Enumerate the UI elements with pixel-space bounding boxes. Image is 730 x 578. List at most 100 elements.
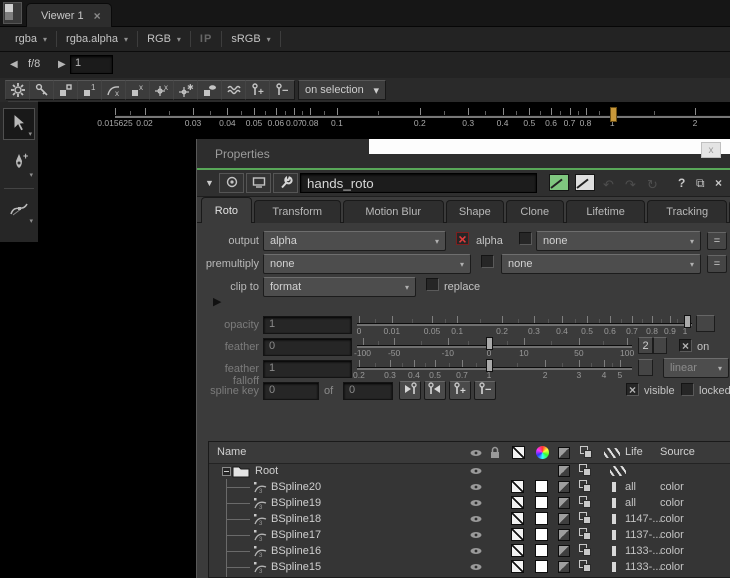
- bw-matte-icon[interactable]: [510, 445, 526, 460]
- table-row-bspline19[interactable]: 3BSpline19allcolor: [209, 495, 730, 511]
- tab-motion-blur[interactable]: Motion Blur: [343, 200, 444, 223]
- gray-matte-icon[interactable]: [558, 513, 570, 525]
- select-tool-button[interactable]: ▾: [3, 108, 35, 140]
- table-row-bspline20[interactable]: 3BSpline20allcolor: [209, 479, 730, 495]
- bw-matte-icon[interactable]: [511, 544, 524, 557]
- panel-close-button[interactable]: x: [701, 142, 721, 158]
- channels-toggle-gray-icon[interactable]: [575, 174, 595, 191]
- gray-matte-icon[interactable]: [558, 497, 570, 509]
- prev-key-button[interactable]: [399, 381, 421, 400]
- key-add-button[interactable]: +: [245, 80, 271, 100]
- gain-scale-slider[interactable]: 0.0156250.020.030.040.050.060.070.080.10…: [115, 104, 730, 130]
- color-swatch[interactable]: [535, 496, 548, 509]
- premultiply-dropdown[interactable]: none▾: [263, 254, 471, 274]
- on-selection-dropdown[interactable]: on selection ▾: [298, 80, 386, 100]
- output-link-button[interactable]: =: [707, 232, 727, 250]
- redo-icon[interactable]: ↷: [625, 177, 636, 193]
- clip-to-dropdown[interactable]: format▾: [263, 277, 416, 297]
- square-lock-button[interactable]: [53, 80, 79, 100]
- hatch-icon[interactable]: [604, 445, 620, 460]
- replace-checkbox[interactable]: [426, 278, 439, 291]
- feather-input[interactable]: 0: [263, 338, 352, 356]
- feather-spin-button[interactable]: [653, 337, 667, 354]
- output-second-checkbox[interactable]: [519, 232, 532, 245]
- gear-button[interactable]: [5, 80, 31, 100]
- close-icon[interactable]: ×: [94, 9, 101, 23]
- next-key-button[interactable]: [424, 381, 446, 400]
- point-delete-button[interactable]: x: [149, 80, 175, 100]
- ripple-button[interactable]: [221, 80, 247, 100]
- gain-marker[interactable]: [610, 107, 617, 122]
- layers-icon[interactable]: [579, 480, 592, 493]
- table-row-bspline17[interactable]: 3BSpline171137-...color: [209, 527, 730, 543]
- eye-icon[interactable]: [468, 496, 484, 510]
- prev-arrow-icon[interactable]: ◀: [10, 59, 18, 70]
- gray-matte-icon[interactable]: [558, 481, 570, 493]
- eye-icon[interactable]: [468, 560, 484, 574]
- tree-expander[interactable]: [222, 467, 231, 476]
- bw-matte-icon[interactable]: [511, 512, 524, 525]
- channel-dropdown-rgba-alpha[interactable]: rgba.alpha▾: [57, 27, 137, 52]
- gray-matte-icon[interactable]: [558, 529, 570, 541]
- output-dropdown[interactable]: alpha▾: [263, 231, 446, 251]
- viewer-center-button[interactable]: [219, 173, 244, 193]
- slider-handle[interactable]: [684, 315, 691, 328]
- premultiply-second-dropdown[interactable]: none▾: [501, 254, 701, 274]
- layers-icon[interactable]: [578, 445, 594, 460]
- feather-count-button[interactable]: 2: [638, 337, 653, 354]
- bw-matte-icon[interactable]: [511, 560, 524, 573]
- pen-add-button[interactable]: +▾: [3, 148, 35, 180]
- falloff-type-dropdown[interactable]: linear▾: [663, 358, 729, 378]
- gray-matte-icon[interactable]: [558, 545, 570, 557]
- bw-matte-icon[interactable]: [511, 528, 524, 541]
- premultiply-checkbox[interactable]: [481, 255, 494, 268]
- slider-handle[interactable]: [486, 359, 493, 372]
- key-remove-button[interactable]: −: [269, 80, 295, 100]
- pane-layout-icon[interactable]: [3, 2, 22, 24]
- channel-dropdown-rgb[interactable]: RGB▾: [138, 27, 190, 52]
- eye-icon[interactable]: [468, 480, 484, 494]
- layers-icon[interactable]: [579, 512, 592, 525]
- tab-lifetime[interactable]: Lifetime: [566, 200, 646, 223]
- revert-icon[interactable]: ↻: [647, 177, 658, 193]
- tab-roto[interactable]: Roto: [201, 197, 252, 223]
- alpha-checkbox[interactable]: ×: [456, 232, 469, 245]
- help-icon[interactable]: ?: [678, 176, 685, 190]
- eye-icon[interactable]: [468, 512, 484, 526]
- locked-checkbox[interactable]: [681, 383, 694, 396]
- eye-icon[interactable]: [468, 445, 484, 460]
- visible-checkbox[interactable]: ×: [626, 383, 639, 396]
- channel-dropdown-srgb[interactable]: sRGB▾: [222, 27, 279, 52]
- tab-tracking[interactable]: Tracking: [647, 200, 727, 223]
- feather-falloff-input[interactable]: 1: [263, 360, 352, 378]
- output-second-dropdown[interactable]: none▾: [536, 231, 701, 251]
- table-row-bspline15[interactable]: 3BSpline151133-...color: [209, 559, 730, 575]
- color-wheel-icon[interactable]: [534, 445, 550, 460]
- undo-icon[interactable]: ↶: [603, 177, 614, 193]
- falloff-extra-button[interactable]: [638, 359, 653, 376]
- color-swatch[interactable]: [535, 512, 548, 525]
- collapse-node-icon[interactable]: ▼: [205, 178, 214, 188]
- layers-icon[interactable]: [579, 528, 592, 541]
- remove-key-button[interactable]: −: [474, 381, 496, 400]
- color-swatch[interactable]: [535, 528, 548, 541]
- tab-transform[interactable]: Transform: [254, 200, 341, 223]
- bw-matte-icon[interactable]: [511, 496, 524, 509]
- color-swatch[interactable]: [535, 480, 548, 493]
- gray-matte-icon[interactable]: [558, 561, 570, 573]
- spline-key-current-input[interactable]: 0: [263, 382, 319, 400]
- square-one-button[interactable]: 1: [77, 80, 103, 100]
- channels-toggle-green-icon[interactable]: [549, 174, 569, 191]
- eye-icon[interactable]: [468, 528, 484, 542]
- slider-handle[interactable]: [486, 337, 493, 350]
- spline-key-total-input[interactable]: 0: [343, 382, 393, 400]
- layers-icon[interactable]: [579, 560, 592, 573]
- layers-icon[interactable]: [579, 496, 592, 509]
- tab-clone[interactable]: Clone: [506, 200, 564, 223]
- gray-matte-icon[interactable]: [556, 445, 572, 460]
- tab-viewer1[interactable]: Viewer 1 ×: [26, 3, 112, 27]
- float-window-icon[interactable]: ⧉: [696, 176, 705, 191]
- close-node-icon[interactable]: ×: [715, 176, 722, 190]
- eye-icon[interactable]: [468, 464, 484, 478]
- table-row-bspline16[interactable]: 3BSpline161133-...color: [209, 543, 730, 559]
